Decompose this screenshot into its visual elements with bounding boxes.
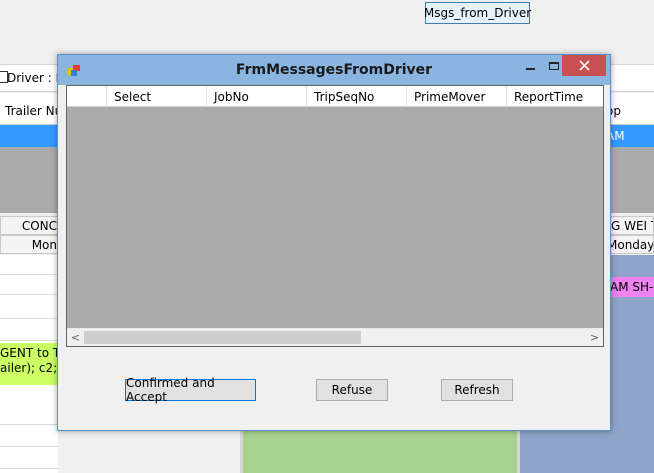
background-window-top [0,0,654,58]
messages-from-driver-dialog: FrmMessagesFromDriver Select JobNo TripS… [57,54,611,431]
green-cell-line: GENT to TPC [0,346,58,360]
column-header-primemover[interactable]: PrimeMover [407,86,507,107]
background-green-job-cell[interactable]: GENT to TPC ailer); c2; 20 [0,343,58,385]
column-header-reporttime[interactable]: ReportTime [507,86,603,107]
column-header-select[interactable]: Select [107,86,207,107]
close-button[interactable] [562,55,606,76]
column-header-tripseqno[interactable]: TripSeqNo [307,86,407,107]
background-blue-block [520,430,654,473]
confirmed-and-accept-button[interactable]: Confirmed and Accept [125,376,256,404]
background-cell[interactable]: G WEI TI [604,216,654,235]
column-header-jobno[interactable]: JobNo [207,86,307,107]
messages-grid[interactable]: Select JobNo TripSeqNo PrimeMover Report… [66,85,604,347]
scroll-right-arrow-icon[interactable]: > [586,329,603,346]
background-row [0,427,58,447]
dialog-client-area: Select JobNo TripSeqNo PrimeMover Report… [66,85,604,424]
minimize-icon [525,67,535,70]
msgs-from-driver-button[interactable]: Msgs_from_Driver [424,2,531,24]
background-pink-job-cell[interactable]: AM SH-C [610,277,654,297]
scrollbar-thumb[interactable] [84,331,361,344]
background-row [0,255,58,275]
background-green-block [240,430,520,473]
refuse-button[interactable]: Refuse [316,379,388,401]
row-header-corner[interactable] [67,86,107,107]
background-row [0,275,58,295]
background-row [0,299,58,319]
background-row [0,405,58,425]
background-cell[interactable]: CONC [0,216,60,235]
maximize-icon [549,61,559,70]
close-icon [578,60,590,71]
scroll-left-arrow-icon[interactable]: < [67,329,84,346]
background-cell[interactable]: Monday, 2 [604,235,654,254]
background-row [0,449,58,469]
background-row [0,321,58,341]
background-cell[interactable]: Mon [0,235,60,254]
refresh-button[interactable]: Refresh [441,379,513,401]
dialog-titlebar[interactable]: FrmMessagesFromDriver [58,55,610,85]
messages-grid-header: Select JobNo TripSeqNo PrimeMover Report… [67,86,603,107]
green-cell-line: ailer); c2; 20 [0,361,58,375]
horizontal-scrollbar[interactable]: < > [67,328,603,346]
